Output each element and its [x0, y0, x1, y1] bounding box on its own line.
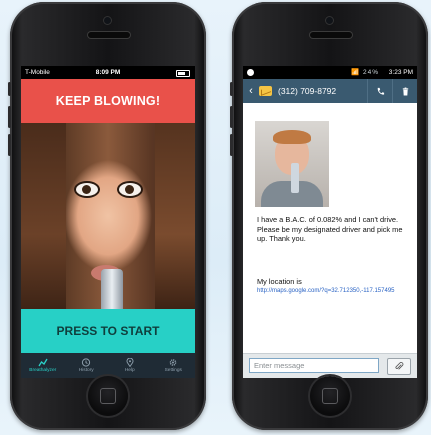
contact-envelope-icon[interactable]: [259, 86, 272, 96]
mms-photo-attachment[interactable]: [255, 121, 329, 207]
volume-down-button: [230, 134, 233, 156]
breathalyzer-device: [291, 163, 299, 193]
location-label: My location is: [257, 277, 302, 286]
status-time: 8:09 PM: [95, 69, 121, 76]
gear-icon: [169, 359, 177, 366]
tab-bar: Breathalyzer History Help Settings: [21, 353, 195, 378]
signal-battery-indicator: 📶 24%: [351, 69, 379, 76]
notification-icon: [247, 69, 254, 76]
volume-up-button: [230, 106, 233, 128]
chart-line-icon: [38, 358, 48, 367]
keep-blowing-banner: KEEP BLOWING!: [21, 79, 195, 123]
front-camera: [103, 16, 112, 25]
product-scene: T-Mobile 8:09 PM KEEP BLOWING! PRESS TO …: [0, 0, 431, 435]
contact-phone-number: (312) 709-8792: [278, 86, 337, 96]
home-square-icon: [100, 388, 116, 404]
status-bar: T-Mobile 8:09 PM: [21, 66, 195, 79]
breathalyzer-mouthpiece: [101, 269, 123, 309]
back-button[interactable]: ‹: [245, 85, 257, 97]
left-screen: T-Mobile 8:09 PM KEEP BLOWING! PRESS TO …: [21, 66, 195, 378]
tab-breathalyzer[interactable]: Breathalyzer: [21, 353, 65, 378]
right-screen: 📶 24% 3:23 PM ‹ (312) 709-8792 I have a …: [243, 66, 417, 378]
user-face-photo: [21, 123, 195, 309]
home-button[interactable]: [88, 376, 128, 416]
attach-button[interactable]: [387, 358, 411, 375]
tab-label: Help: [124, 368, 135, 373]
earpiece-speaker: [310, 32, 352, 38]
press-to-start-button[interactable]: PRESS TO START: [21, 309, 195, 353]
status-bar: 📶 24% 3:23 PM: [243, 66, 417, 79]
delete-button[interactable]: [392, 79, 417, 103]
volume-up-button: [8, 106, 11, 128]
phone-icon: [377, 87, 384, 95]
tab-label: Breathalyzer: [29, 368, 57, 373]
compose-bar: [243, 353, 417, 378]
location-pin-icon: [126, 358, 134, 367]
front-camera: [325, 16, 334, 25]
paperclip-icon: [395, 362, 404, 370]
status-time: 3:23 PM: [388, 69, 413, 76]
trash-icon: [402, 87, 408, 95]
tab-settings[interactable]: Settings: [152, 353, 196, 378]
message-input[interactable]: [249, 358, 379, 373]
home-square-icon: [322, 388, 338, 404]
mute-switch: [230, 82, 233, 96]
call-button[interactable]: [367, 79, 392, 103]
location-link[interactable]: http://maps.google.com/?q=32.712350,-117…: [257, 288, 407, 296]
tab-label: History: [78, 368, 94, 373]
earpiece-speaker: [88, 32, 130, 38]
mute-switch: [8, 82, 11, 96]
tab-history[interactable]: History: [65, 353, 109, 378]
tab-help[interactable]: Help: [108, 353, 152, 378]
left-phone: T-Mobile 8:09 PM KEEP BLOWING! PRESS TO …: [8, 2, 206, 430]
message-thread: I have a B.A.C. of 0.082% and I can't dr…: [243, 103, 417, 353]
volume-down-button: [8, 134, 11, 156]
battery-icon: [176, 70, 190, 77]
tab-label: Settings: [164, 368, 182, 373]
message-body: I have a B.A.C. of 0.082% and I can't dr…: [257, 215, 403, 244]
home-button[interactable]: [310, 376, 350, 416]
clock-icon: [82, 358, 91, 367]
conversation-header: ‹ (312) 709-8792: [243, 79, 417, 103]
right-phone: 📶 24% 3:23 PM ‹ (312) 709-8792 I have a …: [230, 2, 428, 430]
